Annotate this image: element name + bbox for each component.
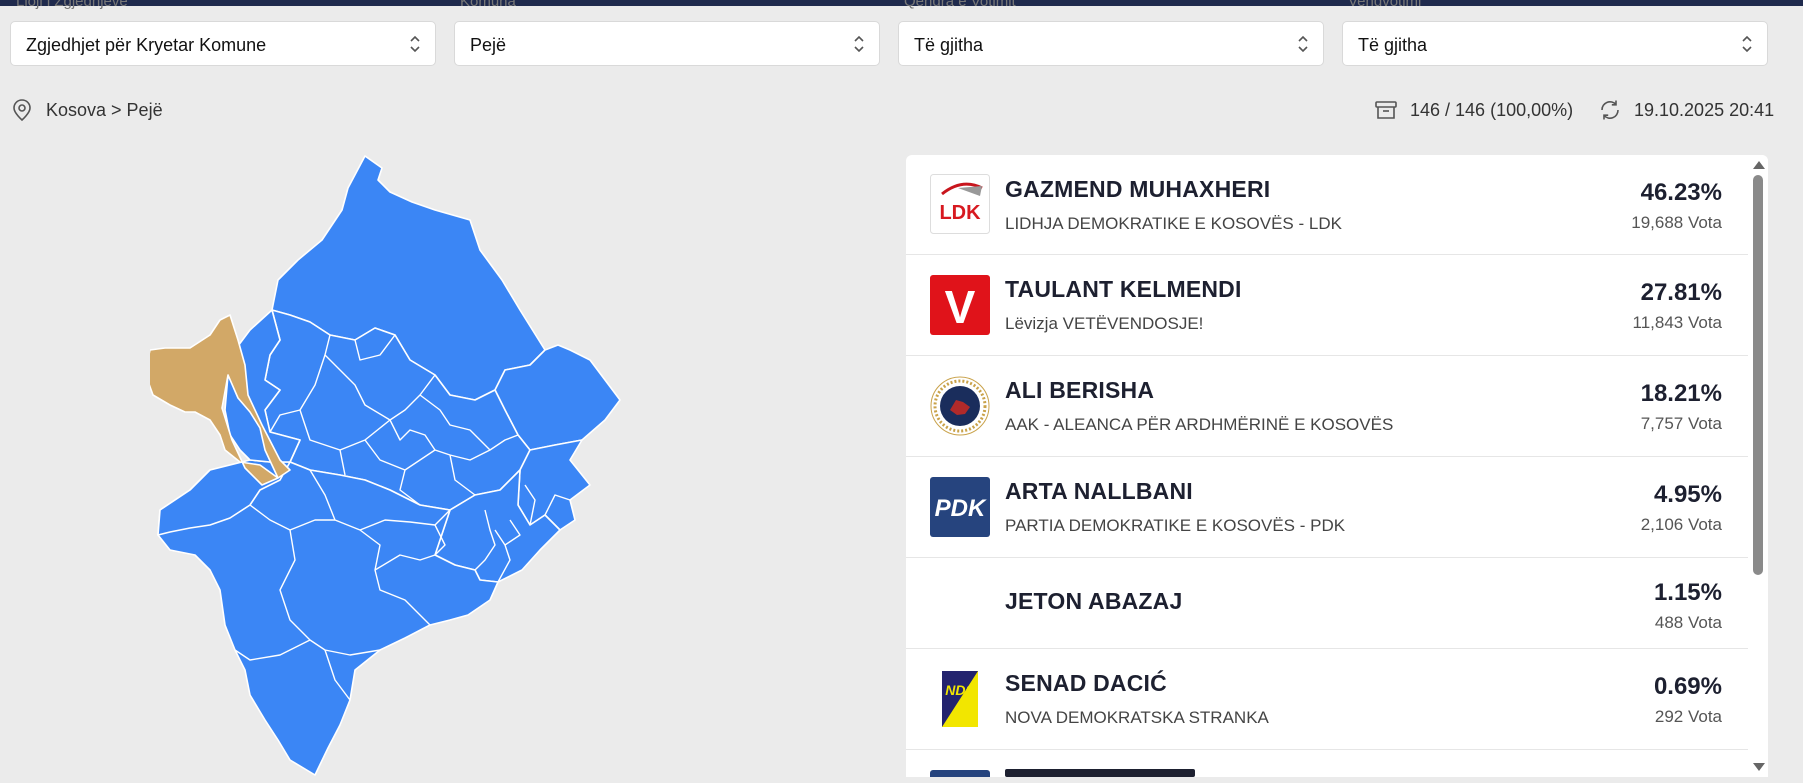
candidate-row[interactable]: PDK ARTA NALLBANI PARTIA DEMOKRATIKE E K…: [906, 457, 1748, 558]
vote-count: 19,688 Vota: [1631, 213, 1722, 232]
candidate-name: JETON ABAZAJ: [1005, 588, 1183, 614]
vote-count: 292 Vota: [1654, 707, 1722, 726]
select-value: Të gjitha: [1358, 35, 1428, 55]
polling-center-select[interactable]: Të gjitha: [898, 21, 1324, 66]
party-name: LIDHJA DEMOKRATIKE E KOSOVËS - LDK: [1005, 214, 1342, 233]
vote-percentage: 46.23%: [1640, 179, 1722, 206]
nds-logo: NDS: [930, 669, 990, 729]
vote-count: 11,843 Vota: [1632, 313, 1723, 332]
party-name: NOVA DEMOKRATSKA STRANKA: [1005, 708, 1269, 727]
results-panel: LDK GAZMEND MUHAXHERI LIDHJA DEMOKRATIKE…: [906, 155, 1768, 777]
filter-election-type: Lloji i Zgjedhjeve Zgjedhjet për Kryetar…: [10, 0, 438, 68]
candidate-row-partial[interactable]: [906, 750, 1748, 777]
svg-text:NDS: NDS: [945, 682, 975, 698]
candidate-row[interactable]: JETON ABAZAJ 1.15% 488 Vota: [906, 558, 1748, 649]
party-name: AAK - ALEANCA PËR ARDHMËRINË E KOSOVËS: [1005, 415, 1394, 434]
vote-percentage: 1.15%: [1653, 579, 1722, 606]
results-scrollbar[interactable]: [1748, 155, 1768, 777]
candidate-row[interactable]: V TAULANT KELMENDI Lëvizja VETËVENDOSJE!…: [906, 255, 1748, 356]
stations-text: 146 / 146 (100,00%): [1410, 99, 1574, 120]
candidate-name: ALI BERISHA: [1005, 377, 1155, 403]
filter-label: Komuna: [460, 0, 516, 10]
party-name: PARTIA DEMOKRATIKE E KOSOVËS - PDK: [1005, 516, 1346, 535]
chevron-up-down-icon: [1298, 35, 1308, 53]
candidate-row[interactable]: NDS SENAD DACIĆ NOVA DEMOKRATSKA STRANKA…: [906, 649, 1748, 750]
breadcrumb: Kosova > Pejë: [11, 97, 163, 123]
candidate-name: ARTA NALLBANI: [1005, 478, 1193, 504]
party-name: Lëvizja VETËVENDOSJE!: [1005, 314, 1204, 333]
updated-text: 19.10.2025 20:41: [1634, 99, 1775, 120]
chevron-up-down-icon: [854, 35, 864, 53]
candidate-name: TAULANT KELMENDI: [1005, 276, 1242, 302]
last-updated: 19.10.2025 20:41: [1598, 97, 1774, 123]
map-pin-icon: [13, 99, 31, 122]
aak-logo: [930, 376, 990, 436]
archive-box-icon: [1375, 101, 1397, 119]
breadcrumb-text[interactable]: Kosova > Pejë: [46, 100, 163, 121]
vetevendosje-logo: V: [930, 275, 990, 335]
vote-count: 488 Vota: [1654, 613, 1722, 632]
filter-polling-center: Qendra e Votimit Të gjitha: [898, 0, 1326, 68]
candidate-row[interactable]: ALI BERISHA AAK - ALEANCA PËR ARDHMËRINË…: [906, 356, 1748, 457]
candidate-row[interactable]: LDK GAZMEND MUHAXHERI LIDHJA DEMOKRATIKE…: [906, 155, 1748, 255]
stations-counted: 146 / 146 (100,00%): [1374, 97, 1573, 123]
candidate-name: [1005, 769, 1195, 777]
filter-polling-station: Vendvotimi Të gjitha: [1342, 0, 1770, 68]
svg-text:PDK: PDK: [935, 495, 987, 522]
vote-percentage: 0.69%: [1653, 673, 1722, 700]
filter-label: Lloji i Zgjedhjeve: [16, 0, 128, 10]
party-logo: [930, 770, 990, 777]
vote-count: 7,757 Vota: [1640, 414, 1722, 433]
vote-percentage: 27.81%: [1640, 279, 1722, 306]
chevron-up-down-icon: [410, 35, 420, 53]
kosovo-map: [150, 155, 621, 776]
election-type-select[interactable]: Zgjedhjet për Kryetar Komune: [10, 21, 436, 66]
filter-label: Qendra e Votimit: [904, 0, 1016, 10]
select-value: Zgjedhjet për Kryetar Komune: [26, 35, 267, 55]
municipality-select[interactable]: Pejë: [454, 21, 880, 66]
select-value: Të gjitha: [914, 35, 984, 55]
ldk-logo: LDK: [930, 174, 990, 234]
candidate-name: SENAD DACIĆ: [1005, 670, 1167, 696]
scroll-up-icon[interactable]: [1753, 161, 1765, 169]
scroll-thumb[interactable]: [1753, 175, 1763, 575]
svg-text:LDK: LDK: [939, 202, 981, 224]
refresh-icon[interactable]: [1598, 98, 1622, 122]
vote-percentage: 4.95%: [1653, 481, 1722, 508]
select-value: Pejë: [470, 35, 507, 55]
pdk-logo: PDK: [930, 477, 990, 537]
vote-count: 2,106 Vota: [1640, 515, 1722, 534]
polling-station-select[interactable]: Të gjitha: [1342, 21, 1768, 66]
chevron-up-down-icon: [1742, 35, 1752, 53]
filter-municipality: Komuna Pejë: [454, 0, 882, 68]
filter-label: Vendvotimi: [1348, 0, 1422, 10]
map-region-east[interactable]: [517, 439, 591, 531]
vote-percentage: 18.21%: [1640, 380, 1722, 407]
svg-text:V: V: [945, 281, 976, 333]
candidate-name: GAZMEND MUHAXHERI: [1005, 176, 1271, 202]
scroll-down-icon[interactable]: [1753, 763, 1765, 771]
